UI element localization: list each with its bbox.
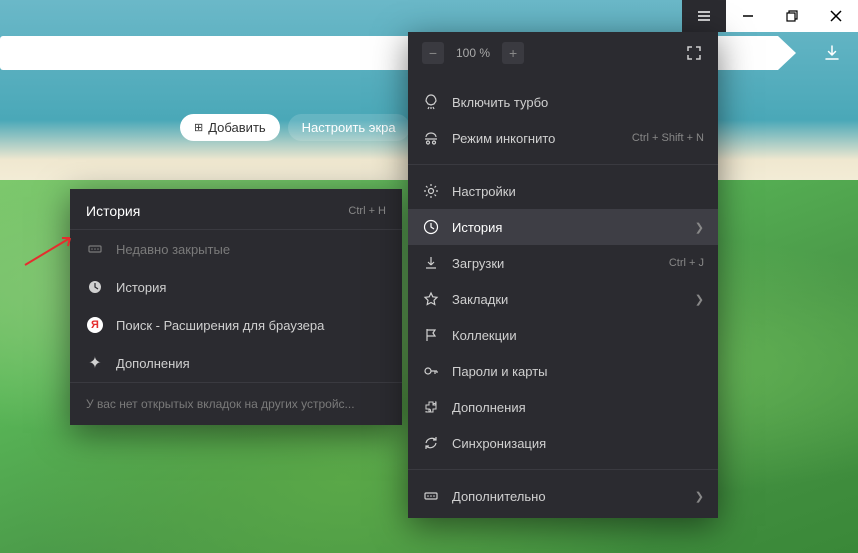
flag-icon <box>422 326 440 344</box>
zoom-controls: − 100 % + <box>422 42 524 64</box>
chevron-right-icon: ❯ <box>695 293 704 306</box>
submenu-item-recent-closed[interactable]: Недавно закрытые <box>70 230 402 268</box>
download-icon <box>823 44 841 62</box>
clock-icon <box>422 218 440 236</box>
menu-item-downloads[interactable]: Загрузки Ctrl + J <box>408 245 718 281</box>
puzzle-icon: ✦ <box>86 354 104 372</box>
gear-icon <box>422 182 440 200</box>
menu-label: Закладки <box>452 292 683 307</box>
menu-label: Загрузки <box>452 256 657 271</box>
clock-filled-icon <box>86 278 104 296</box>
chevron-right-icon: ❯ <box>695 221 704 234</box>
menu-label: Дополнения <box>452 400 704 415</box>
submenu-item-search-extensions[interactable]: Я Поиск - Расширения для браузера <box>70 306 402 344</box>
submenu-footer: У вас нет открытых вкладок на других уст… <box>70 382 402 425</box>
key-icon <box>422 362 440 380</box>
submenu-item-history[interactable]: История <box>70 268 402 306</box>
customize-button-label: Настроить экра <box>302 120 396 135</box>
more-icon <box>422 487 440 505</box>
submenu-item-addons[interactable]: ✦ Дополнения <box>70 344 402 382</box>
menu-label: Коллекции <box>452 328 704 343</box>
menu-item-more[interactable]: Дополнительно ❯ <box>408 478 718 514</box>
zoom-in-button[interactable]: + <box>502 42 524 64</box>
yandex-icon: Я <box>86 316 104 334</box>
fullscreen-icon <box>686 45 702 61</box>
menu-label: Пароли и карты <box>452 364 704 379</box>
menu-shortcut: Ctrl + J <box>669 257 704 269</box>
main-menu: − 100 % + Включить турбо Режим инкогнито… <box>408 32 718 518</box>
customize-button[interactable]: Настроить экра <box>288 114 410 141</box>
sync-icon <box>422 434 440 452</box>
menu-item-bookmarks[interactable]: Закладки ❯ <box>408 281 718 317</box>
add-button-label: Добавить <box>208 120 265 135</box>
maximize-button[interactable] <box>770 0 814 32</box>
hamburger-icon <box>696 8 712 24</box>
zoom-out-button[interactable]: − <box>422 42 444 64</box>
menu-divider <box>408 164 718 165</box>
history-submenu: История Ctrl + H Недавно закрытые Истори… <box>70 189 402 425</box>
submenu-header: История Ctrl + H <box>70 189 402 230</box>
menu-label: Режим инкогнито <box>452 131 620 146</box>
download-icon <box>422 254 440 272</box>
rocket-icon <box>422 93 440 111</box>
menu-item-settings[interactable]: Настройки <box>408 173 718 209</box>
menu-label: Синхронизация <box>452 436 704 451</box>
menu-label: Настройки <box>452 184 704 199</box>
submenu-shortcut: Ctrl + H <box>348 205 386 217</box>
menu-item-turbo[interactable]: Включить турбо <box>408 84 718 120</box>
minimize-button[interactable] <box>726 0 770 32</box>
annotation-arrow <box>20 230 80 273</box>
close-button[interactable] <box>814 0 858 32</box>
submenu-label: Недавно закрытые <box>116 242 386 257</box>
menu-item-passwords[interactable]: Пароли и карты <box>408 353 718 389</box>
submenu-label: Дополнения <box>116 356 386 371</box>
menu-item-incognito[interactable]: Режим инкогнито Ctrl + Shift + N <box>408 120 718 156</box>
submenu-label: Поиск - Расширения для браузера <box>116 318 386 333</box>
zoom-value: 100 % <box>452 46 494 60</box>
incognito-icon <box>422 129 440 147</box>
menu-item-collections[interactable]: Коллекции <box>408 317 718 353</box>
menu-label: Включить турбо <box>452 95 704 110</box>
menu-shortcut: Ctrl + Shift + N <box>632 132 704 144</box>
fullscreen-button[interactable] <box>684 43 704 63</box>
menu-item-extensions[interactable]: Дополнения <box>408 389 718 425</box>
tableau-buttons: ⊞ Добавить Настроить экра <box>180 114 410 141</box>
chevron-right-icon: ❯ <box>695 490 704 503</box>
menu-divider <box>408 469 718 470</box>
menu-label: Дополнительно <box>452 489 683 504</box>
submenu-title: История <box>86 203 140 219</box>
submenu-label: История <box>116 280 386 295</box>
minimize-icon <box>742 10 754 22</box>
close-icon <box>830 10 842 22</box>
menu-item-sync[interactable]: Синхронизация <box>408 425 718 461</box>
menu-item-history[interactable]: История ❯ <box>408 209 718 245</box>
more-icon <box>86 240 104 258</box>
download-button[interactable] <box>816 40 848 66</box>
add-button[interactable]: ⊞ Добавить <box>180 114 280 141</box>
titlebar <box>682 0 858 32</box>
hamburger-menu-button[interactable] <box>682 0 726 32</box>
puzzle-icon <box>422 398 440 416</box>
maximize-icon <box>786 10 798 22</box>
plus-icon: ⊞ <box>194 121 203 134</box>
menu-label: История <box>452 220 683 235</box>
star-icon <box>422 290 440 308</box>
zoom-row: − 100 % + <box>408 32 718 80</box>
